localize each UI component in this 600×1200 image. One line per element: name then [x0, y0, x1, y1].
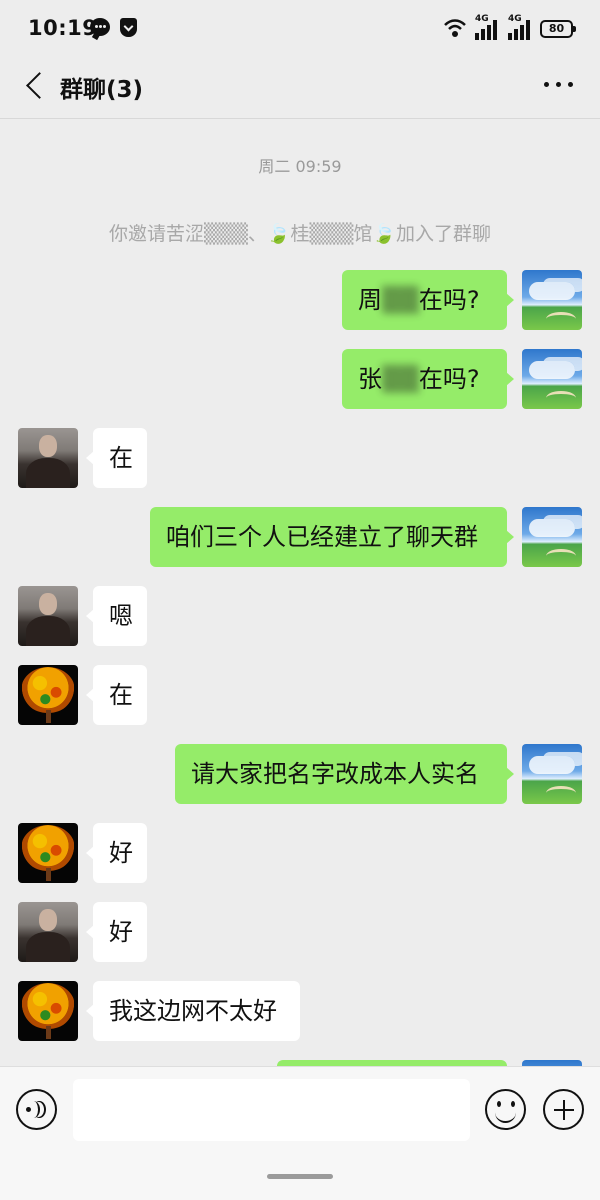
- member-avatar[interactable]: [18, 981, 78, 1041]
- plus-icon[interactable]: [543, 1089, 584, 1130]
- member-avatar[interactable]: [18, 428, 78, 488]
- redacted-name: ▒▒: [382, 365, 419, 393]
- chat-message-list[interactable]: 周二 09:59 你邀请苦涩▒▒▒、🍃桂▒▒▒馆🍃加入了群聊 周▒▒在吗? 张▒…: [0, 119, 600, 1066]
- status-bar: 10:19 4G 4G 80: [0, 0, 600, 58]
- message-bubble-sent[interactable]: 请大家把名字改成本人实名: [175, 744, 514, 804]
- system-message: 你邀请苦涩▒▒▒、🍃桂▒▒▒馆🍃加入了群聊: [109, 223, 491, 245]
- chat-input-bar: [0, 1066, 600, 1200]
- message-bubble-sent[interactable]: 张▒▒在吗?: [342, 349, 514, 409]
- message-bubble-received[interactable]: 好: [86, 902, 147, 962]
- battery-icon: 80: [540, 20, 576, 38]
- message-bubble-received[interactable]: 在: [86, 665, 147, 725]
- member-avatar[interactable]: [18, 823, 78, 883]
- sender-avatar[interactable]: [522, 507, 582, 567]
- message-notification-icon: [90, 18, 110, 36]
- sender-avatar[interactable]: [522, 349, 582, 409]
- message-text: 在吗?: [418, 365, 480, 393]
- message-text: 张: [358, 365, 382, 393]
- more-options-icon[interactable]: [544, 82, 574, 90]
- member-avatar[interactable]: [18, 665, 78, 725]
- chat-header: 群聊(3): [0, 58, 600, 116]
- message-text: 在吗?: [418, 286, 480, 314]
- back-arrow-icon[interactable]: [22, 72, 50, 100]
- message-input[interactable]: [73, 1079, 470, 1141]
- message-bubble-received[interactable]: 在: [86, 428, 147, 488]
- signal-icon: 4G: [475, 14, 500, 40]
- message-bubble-received[interactable]: 嗯: [86, 586, 147, 646]
- message-text: 周: [358, 286, 382, 314]
- wifi-icon: [444, 19, 466, 37]
- message-bubble-sent[interactable]: 咱们三个人已经建立了聊天群: [150, 507, 514, 567]
- chat-title: 群聊(3): [60, 77, 144, 103]
- shield-icon: [120, 18, 137, 37]
- member-avatar[interactable]: [18, 902, 78, 962]
- voice-input-icon[interactable]: [16, 1089, 57, 1130]
- sender-avatar[interactable]: [522, 270, 582, 330]
- network-type-label-2: 4G: [508, 14, 522, 24]
- network-type-label: 4G: [475, 14, 489, 24]
- chat-timestamp: 周二 09:59: [258, 157, 342, 176]
- message-bubble-sent[interactable]: 周▒▒在吗?: [342, 270, 514, 330]
- message-bubble-received[interactable]: 我这边网不太好: [86, 981, 300, 1041]
- emoji-icon[interactable]: [485, 1089, 526, 1130]
- sender-avatar[interactable]: [522, 744, 582, 804]
- status-time: 10:19: [28, 16, 98, 40]
- message-bubble-received[interactable]: 好: [86, 823, 147, 883]
- member-avatar[interactable]: [18, 586, 78, 646]
- redacted-name: ▒▒: [382, 286, 419, 314]
- home-indicator[interactable]: [267, 1174, 333, 1179]
- signal-icon-2: 4G: [508, 14, 533, 40]
